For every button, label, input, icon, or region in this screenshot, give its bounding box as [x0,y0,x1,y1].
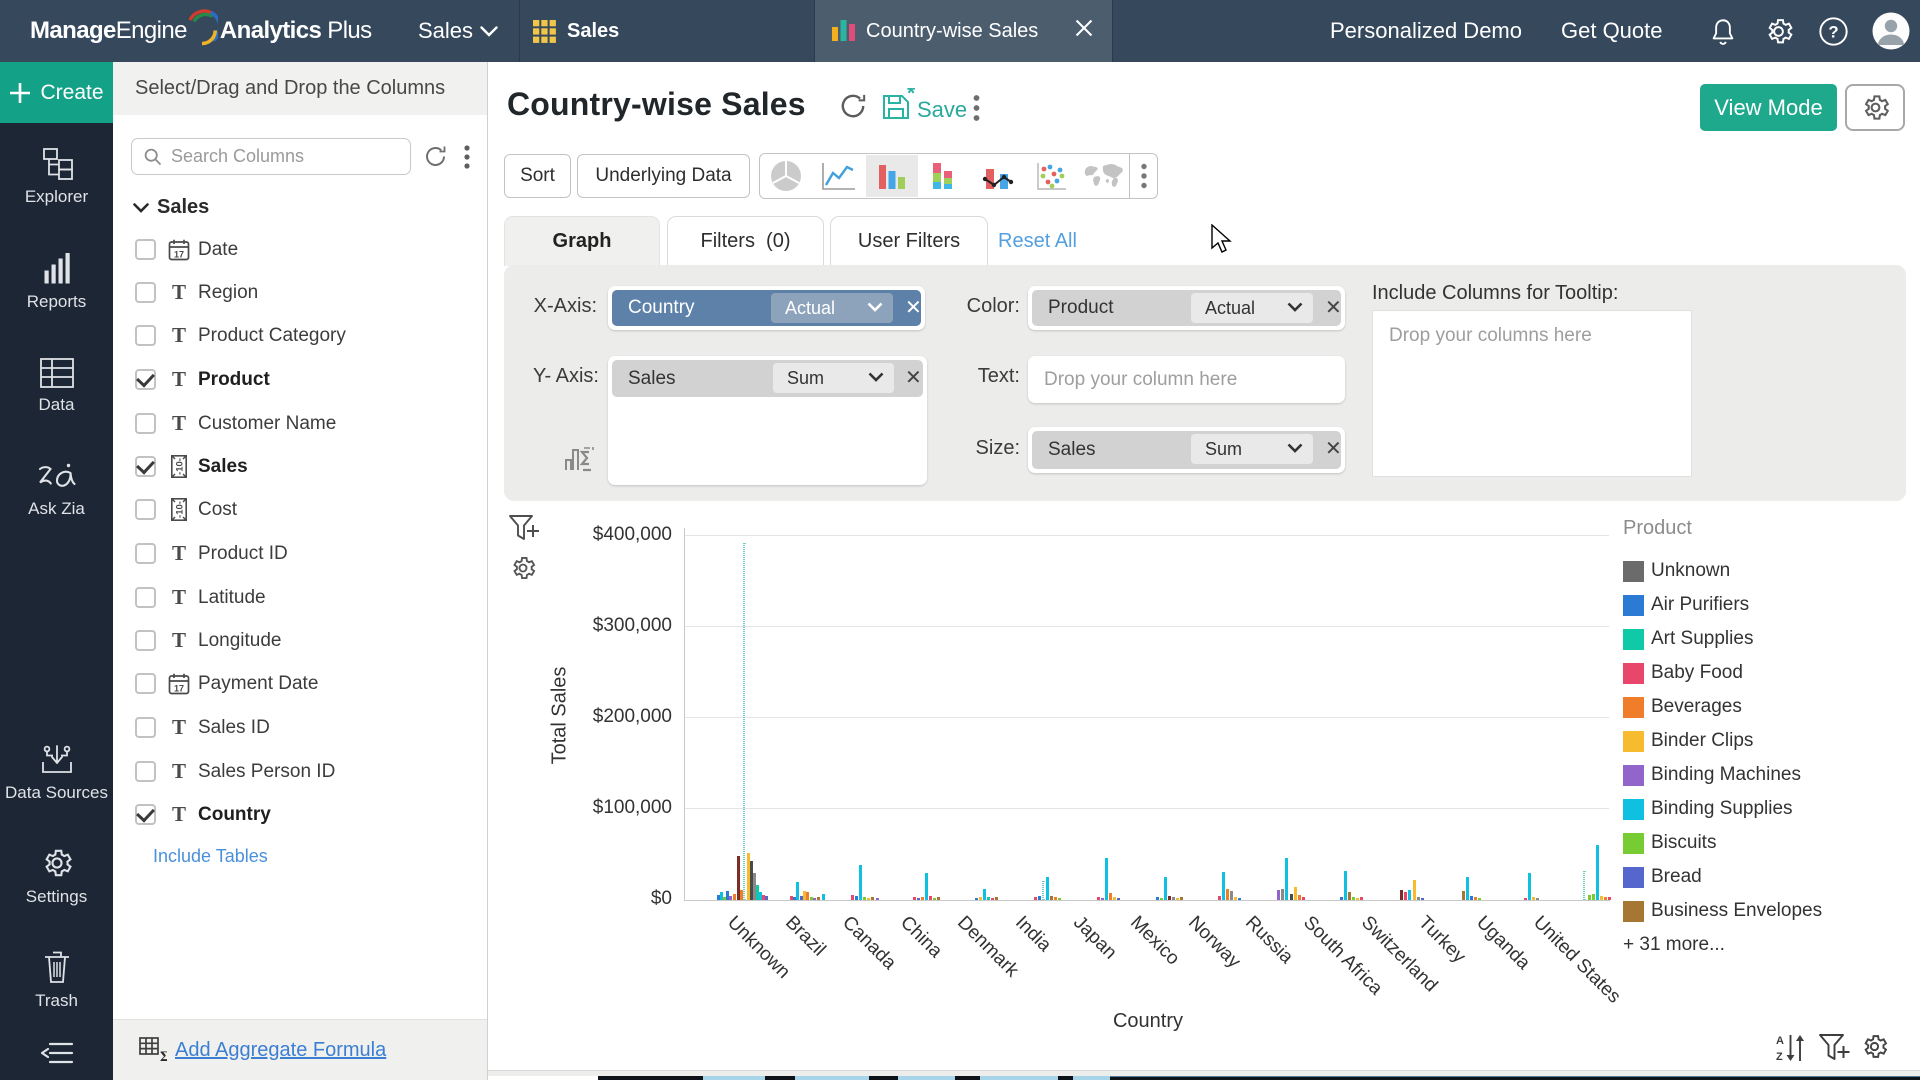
svg-text:?: ? [1828,22,1838,41]
svg-text:-10-: -10- [174,501,185,518]
svg-text:A: A [1776,1035,1784,1047]
svg-text:Z: Z [1776,1051,1783,1062]
svg-text:Σ: Σ [160,1049,167,1063]
svg-text:*: * [907,88,915,105]
svg-text:-10-: -10- [174,458,185,475]
svg-text:17: 17 [174,250,184,260]
svg-text:17: 17 [174,684,184,694]
